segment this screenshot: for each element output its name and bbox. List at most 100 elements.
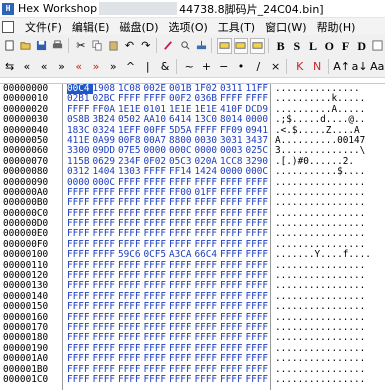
hex-word[interactable]: FFFF	[93, 374, 119, 385]
print-icon[interactable]	[51, 38, 65, 54]
checksum-icon[interactable]	[250, 37, 265, 54]
operations-toolbar: ⇆ « « » « » » ^ | & ~ + − • ∕ × K Ν A↑ a…	[0, 56, 385, 78]
hex-view-icon[interactable]	[217, 37, 232, 54]
ascii-row[interactable]: ...........$....	[271, 166, 385, 177]
layout-icon[interactable]	[371, 38, 385, 54]
hex-word[interactable]: 1424	[195, 166, 221, 177]
hex-word[interactable]: FFFF	[144, 353, 170, 364]
menu-tools[interactable]: 工具(T)	[213, 19, 260, 35]
title-redacted-segment	[99, 2, 178, 15]
menu-disk[interactable]: 磁盘(D)	[114, 19, 163, 35]
undo-icon[interactable]: ↶	[122, 38, 136, 54]
hex-word[interactable]: FFFF	[93, 353, 119, 364]
swap-icon[interactable]: ⇆	[2, 59, 17, 75]
hex-word[interactable]: FFFF	[67, 353, 93, 364]
paste-icon[interactable]	[106, 38, 120, 54]
toolbar-letter-l[interactable]: L	[306, 38, 320, 54]
menu-help[interactable]: 帮助(H)	[312, 19, 361, 35]
cut-icon[interactable]: ✂	[74, 38, 88, 54]
ascii-row[interactable]: ................	[271, 374, 385, 385]
hex-editor[interactable]: 00000000 00000010 00000020 00000030 00000040…	[0, 83, 385, 390]
hex-word[interactable]: FFFF	[144, 166, 170, 177]
compare-icon[interactable]	[233, 37, 249, 54]
hex-word[interactable]: FFFF	[246, 374, 272, 385]
hex-word[interactable]: FFFF	[169, 353, 195, 364]
toolbar-letter-b[interactable]: B	[274, 38, 288, 54]
modulo-icon[interactable]: ×	[268, 59, 283, 75]
main-toolbar: ✂ ↶ ↷ B S L O F D	[0, 35, 385, 57]
and-icon[interactable]: &	[157, 59, 172, 75]
rotate-left-red-icon[interactable]: «	[71, 59, 86, 75]
bookmark-icon[interactable]	[162, 38, 176, 54]
divide-icon[interactable]: ∕	[251, 59, 266, 75]
toolbar-letter-f[interactable]: F	[338, 38, 352, 54]
hex-row[interactable]: FFFF FFFF FFFF FFFF FFFF FFFF FFFF FFFF	[63, 353, 272, 364]
ascii-row[interactable]: .;$.....d....@..	[271, 114, 385, 125]
hex-row[interactable]: 0312 1404 1303 FFFF FF14 1424 0000 000C	[63, 166, 272, 177]
redo-icon[interactable]: ↷	[139, 38, 153, 54]
hex-word[interactable]: 1303	[118, 166, 144, 177]
hex-word[interactable]: FF14	[169, 166, 195, 177]
menu-file[interactable]: 文件(F)	[20, 19, 67, 35]
toolbar-letter-s[interactable]: S	[290, 38, 304, 54]
multiply-icon[interactable]: •	[233, 59, 248, 75]
hex-word[interactable]: 0000	[220, 166, 246, 177]
reverse-left-icon[interactable]: K	[292, 59, 307, 75]
toolbar-separator	[267, 38, 269, 53]
title-bar: H Hex Workshop 44738.8脚码片_24C04.bin]	[0, 0, 385, 18]
hex-address-cell: 00000030	[3, 114, 49, 126]
hex-address-cell: 000001A0	[3, 353, 49, 365]
hex-column[interactable]: 00C4 1908 1C08 002E 001B 1F02 0311 11FF 02B1 02BC…	[63, 83, 272, 390]
menu-window[interactable]: 窗口(W)	[260, 19, 311, 35]
menu-edit[interactable]: 编辑(E)	[67, 19, 115, 35]
rotate-left-icon[interactable]: «	[37, 59, 52, 75]
hex-word[interactable]: FFFF	[220, 374, 246, 385]
toolbar-separator	[286, 59, 288, 74]
invert-case-icon[interactable]: Aa	[370, 59, 385, 75]
rotate-right-red-icon[interactable]: »	[88, 59, 103, 75]
hex-address-cell: 00000080	[3, 166, 49, 178]
new-file-icon[interactable]	[2, 38, 16, 54]
toolbar-letter-d[interactable]: D	[355, 38, 369, 54]
subtract-icon[interactable]: −	[216, 59, 231, 75]
hex-word[interactable]: FFFF	[246, 353, 272, 364]
hex-word[interactable]: FFFF	[144, 374, 170, 385]
document-icon	[2, 20, 14, 33]
hex-word[interactable]: FFFF	[67, 374, 93, 385]
complement-icon[interactable]: ~	[182, 59, 197, 75]
address-column: 00000000 00000010 00000020 00000030 00000040…	[0, 83, 63, 390]
hex-word[interactable]: FFFF	[118, 374, 144, 385]
lowercase-icon[interactable]: a↓	[352, 59, 368, 75]
hex-word[interactable]: FFFF	[169, 374, 195, 385]
menu-options[interactable]: 选项(O)	[164, 19, 213, 35]
menu-bar: 文件(F) 编辑(E) 磁盘(D) 选项(O) 工具(T) 窗口(W) 帮助(H…	[0, 18, 385, 36]
open-folder-icon[interactable]	[18, 38, 32, 54]
rotate-right-icon[interactable]: »	[106, 59, 121, 75]
uppercase-icon[interactable]: A↑	[333, 59, 350, 75]
hex-word[interactable]: 000C	[246, 166, 272, 177]
hex-word[interactable]: FFFF	[118, 353, 144, 364]
toolbar-separator	[211, 38, 213, 53]
ascii-row[interactable]: ................	[271, 353, 385, 364]
copy-icon[interactable]	[90, 38, 104, 54]
xor-icon[interactable]: ^	[123, 59, 138, 75]
toolbar-letter-o[interactable]: O	[322, 38, 336, 54]
hex-word[interactable]: FFFF	[195, 353, 221, 364]
find-icon[interactable]	[178, 38, 192, 54]
ascii-column[interactable]: ............... ..........k..............…	[271, 83, 385, 390]
hex-word[interactable]: FFFF	[220, 353, 246, 364]
hex-row[interactable]: FFFF FFFF FFFF FFFF FFFF FFFF FFFF FFFF	[63, 374, 272, 385]
shift-right-icon[interactable]: »	[54, 59, 69, 75]
hex-word[interactable]: FFFF	[195, 374, 221, 385]
find-next-icon[interactable]	[194, 38, 208, 54]
toolbar-separator	[67, 38, 69, 53]
reverse-right-icon[interactable]: Ν	[309, 59, 324, 75]
save-icon[interactable]	[34, 38, 48, 54]
or-icon[interactable]: |	[140, 59, 155, 75]
hex-row[interactable]: 0S8B 3B24 0502 AA10 6414 13C0 8014 0000	[63, 114, 270, 125]
hex-word[interactable]: 1404	[93, 166, 119, 177]
shift-left-icon[interactable]: «	[19, 59, 34, 75]
toolbar-separator	[155, 38, 157, 53]
add-icon[interactable]: +	[199, 59, 214, 75]
hex-word[interactable]: 0312	[67, 166, 93, 177]
